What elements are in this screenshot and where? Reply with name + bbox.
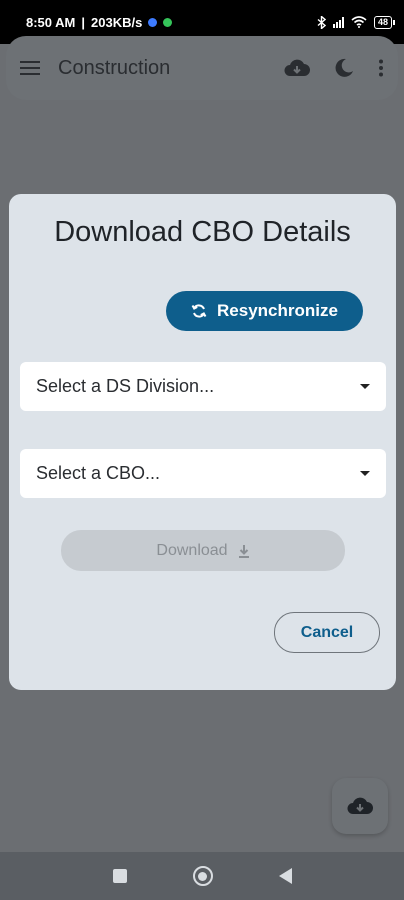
dropdown-arrow-icon	[360, 384, 370, 389]
cloud-download-fab[interactable]	[332, 778, 388, 834]
app-bar-actions	[284, 58, 384, 78]
download-button[interactable]: Download	[61, 530, 345, 571]
cancel-button[interactable]: Cancel	[274, 612, 380, 653]
app-bar: Construction	[6, 36, 398, 100]
signal-icon	[332, 16, 344, 28]
dropdown-arrow-icon	[360, 471, 370, 476]
sync-dot-icon	[163, 17, 173, 27]
dialog-title: Download CBO Details	[54, 216, 351, 248]
cloud-download-icon[interactable]	[284, 59, 310, 77]
battery-icon: 48	[373, 15, 396, 29]
battery-level: 48	[377, 16, 388, 27]
status-time: 8:50 AM	[26, 14, 76, 30]
system-nav-bar	[0, 852, 404, 900]
cbo-select[interactable]: Select a CBO...	[20, 449, 386, 498]
download-cbo-dialog: Download CBO Details Resynchronize Selec…	[9, 194, 396, 690]
more-vert-icon[interactable]	[378, 59, 384, 77]
status-left: 8:50 AM | 203KB/s	[26, 14, 173, 30]
back-triangle-icon[interactable]	[278, 868, 292, 884]
recents-square-icon[interactable]	[112, 869, 127, 883]
wifi-icon	[351, 16, 367, 28]
dark-mode-moon-icon[interactable]	[334, 58, 354, 78]
cloud-download-icon	[347, 797, 373, 814]
resynchronize-label: Resynchronize	[217, 301, 338, 320]
download-label: Download	[156, 541, 228, 559]
status-divider: |	[81, 14, 86, 30]
status-net-speed: 203KB/s	[91, 14, 143, 30]
bluetooth-icon	[317, 15, 326, 29]
download-icon	[238, 544, 249, 558]
home-circle-icon[interactable]	[192, 866, 213, 886]
resynchronize-button[interactable]: Resynchronize	[166, 291, 363, 331]
ds-division-placeholder: Select a DS Division...	[36, 376, 215, 396]
cancel-label: Cancel	[300, 623, 354, 641]
ds-division-select[interactable]: Select a DS Division...	[20, 362, 386, 411]
sync-icon	[191, 304, 207, 318]
app-title: Construction	[58, 56, 171, 79]
hamburger-menu-icon[interactable]	[20, 60, 40, 76]
status-right: 48	[317, 15, 396, 29]
vpn-dot-icon	[148, 17, 158, 27]
cbo-placeholder: Select a CBO...	[36, 463, 161, 483]
